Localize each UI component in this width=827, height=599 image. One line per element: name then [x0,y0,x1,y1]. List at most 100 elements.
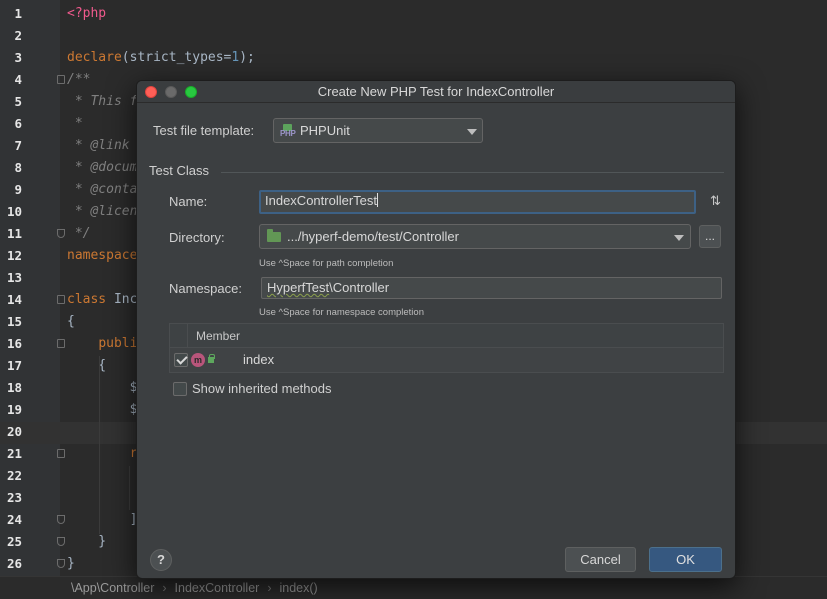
line-number[interactable]: 8 [0,158,22,178]
minimize-window-button[interactable] [165,86,177,98]
code-line[interactable]: 3 declare(strict_types=1); [0,48,827,70]
name-label: Name: [169,194,208,209]
line-number[interactable]: 5 [0,92,22,112]
code-line[interactable]: 2 [0,26,827,48]
member-column-header[interactable]: Member [196,329,240,343]
sort-icon[interactable]: ⇅ [710,193,721,209]
line-number[interactable]: 4 [0,70,22,90]
code-text: <?php [67,6,107,21]
template-select-value: PHPUnit [300,123,350,138]
namespace-input[interactable]: HyperfTest\Controller [261,277,722,299]
line-number[interactable]: 19 [0,400,22,420]
breadcrumb-item[interactable]: IndexController [175,581,260,595]
code-text: * @conta [67,182,138,197]
line-number[interactable]: 14 [0,290,22,310]
code-text: } [67,556,75,571]
line-number[interactable]: 11 [0,224,22,244]
directory-select-value: .../hyperf-demo/test/Controller [287,229,459,244]
line-number[interactable]: 9 [0,180,22,200]
name-input-value: IndexControllerTest [265,193,377,208]
fold-marker-icon[interactable] [57,537,65,546]
member-name: index [243,352,275,367]
template-label: Test file template: [153,123,255,138]
name-input[interactable]: IndexControllerTest [259,190,696,214]
cancel-button[interactable]: Cancel [565,547,636,572]
code-text: * @link [67,138,130,153]
close-window-button[interactable] [145,86,157,98]
breadcrumb-item[interactable]: \App\Controller [71,581,154,595]
line-number[interactable]: 18 [0,378,22,398]
create-php-test-dialog: Create New PHP Test for IndexController … [136,80,736,579]
dialog-title: Create New PHP Test for IndexController [317,84,555,99]
namespace-value-part: \Controller [329,280,390,295]
code-text: * @licen [67,204,138,219]
members-table: Member m index [169,323,724,373]
line-number[interactable]: 7 [0,136,22,156]
code-text: * @docum [67,160,138,175]
section-title: Test Class [149,163,209,178]
php-icon: PHP [280,124,296,138]
line-number[interactable]: 17 [0,356,22,376]
fold-marker-icon[interactable] [57,449,65,458]
code-text: declare(strict_types=1); [67,50,255,65]
code-text: ] [67,512,138,527]
ok-button[interactable]: OK [649,547,722,572]
fold-marker-icon[interactable] [57,339,65,348]
namespace-value-part: HyperfTest [267,280,330,295]
show-inherited-label[interactable]: Show inherited methods [192,381,331,396]
code-text: r [129,446,138,461]
code-text: * [67,116,83,131]
fold-marker-icon[interactable] [57,559,65,568]
line-number[interactable]: 16 [0,334,22,354]
table-row[interactable]: m index [170,348,723,372]
line-number[interactable]: 12 [0,246,22,266]
table-header-checkbox-column[interactable] [170,324,188,348]
fold-marker-icon[interactable] [57,295,65,304]
breadcrumb-separator: › [267,581,272,595]
dialog-titlebar: Create New PHP Test for IndexController [137,81,735,103]
line-number[interactable]: 24 [0,510,22,530]
directory-hint: Use ^Space for path completion [259,258,394,269]
code-text: class Inc [67,292,138,307]
directory-select[interactable]: .../hyperf-demo/test/Controller [259,224,691,249]
browse-button[interactable]: ... [699,225,721,248]
indent-guide [99,356,100,534]
help-button[interactable]: ? [150,549,172,571]
namespace-hint: Use ^Space for namespace completion [259,307,424,318]
code-line[interactable]: 1 <?php [0,4,827,26]
line-number[interactable]: 22 [0,466,22,486]
section-divider [221,172,724,173]
code-text: $ [67,402,138,417]
show-inherited-checkbox[interactable] [173,382,187,396]
line-number[interactable]: 25 [0,532,22,552]
line-number[interactable]: 21 [0,444,22,464]
line-number[interactable]: 1 [0,4,22,24]
line-number[interactable]: 6 [0,114,22,134]
line-number[interactable]: 15 [0,312,22,332]
text-caret [377,193,378,207]
maximize-window-button[interactable] [185,86,197,98]
directory-label: Directory: [169,230,225,245]
breadcrumb-item[interactable]: index() [279,581,317,595]
line-number[interactable]: 2 [0,26,22,46]
code-text: namespace [67,248,138,263]
fold-marker-icon[interactable] [57,515,65,524]
line-number[interactable]: 26 [0,554,22,574]
line-number[interactable]: 3 [0,48,22,68]
fold-marker-icon[interactable] [57,75,65,84]
code-text: * This f [67,94,138,109]
fold-marker-icon[interactable] [57,229,65,238]
code-text: */ [67,226,91,241]
member-checkbox[interactable] [174,353,188,367]
template-select[interactable]: PHP PHPUnit [273,118,483,143]
line-number[interactable]: 13 [0,268,22,288]
code-text: $ [67,380,138,395]
line-number[interactable]: 10 [0,202,22,222]
code-text: } [67,534,107,549]
code-text: publi [98,336,138,351]
line-number[interactable]: 20 [0,422,22,442]
code-text: { [67,314,75,329]
code-text: { [67,358,107,373]
breadcrumb: \App\Controller › IndexController › index() [0,576,827,599]
line-number[interactable]: 23 [0,488,22,508]
